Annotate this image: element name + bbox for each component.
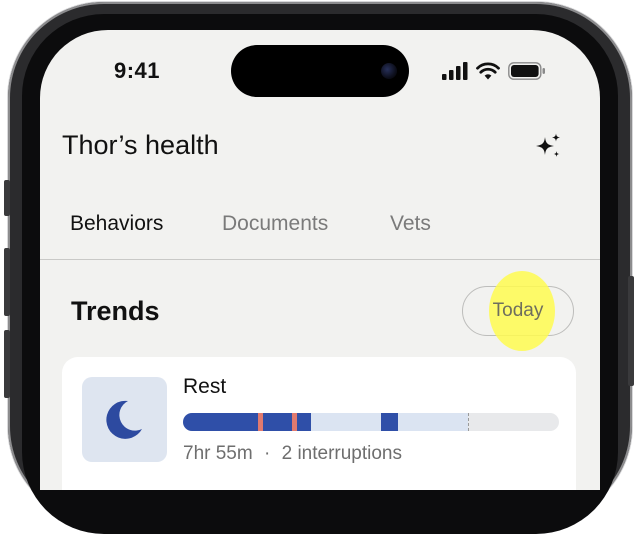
- front-camera: [381, 63, 397, 79]
- phone-volume-up-button: [4, 248, 10, 316]
- range-selector-label: Today: [492, 300, 544, 321]
- deep-rest-segment: [381, 413, 398, 431]
- now-marker: [468, 413, 469, 431]
- cellular-signal-icon: [442, 62, 468, 80]
- trends-heading: Trends: [71, 296, 160, 326]
- phone-volume-down-button: [4, 330, 10, 398]
- tab-divider: [40, 259, 600, 260]
- light-rest-segment: [398, 413, 468, 431]
- rest-timeline-bar: [183, 413, 559, 431]
- phone-power-button: [628, 276, 634, 386]
- status-time: 9:41: [114, 58, 161, 83]
- rest-icon-tile: [82, 377, 167, 462]
- interruption-marker: [292, 413, 297, 431]
- battery-icon: [508, 62, 545, 80]
- rest-duration: 7hr 55m: [183, 443, 253, 464]
- phone-side-button: [4, 180, 10, 216]
- dynamic-island: [231, 45, 409, 97]
- tab-bar: Behaviors Documents Vets: [40, 200, 600, 260]
- sparkles-icon: [536, 133, 560, 157]
- ai-assistant-button[interactable]: [534, 132, 564, 162]
- rest-interruptions: 2 interruptions: [281, 443, 402, 464]
- phone-screen: 9:41 Thor’s health Behaviors Documents V…: [40, 30, 600, 490]
- tab-vets[interactable]: Vets: [390, 212, 431, 236]
- interruption-marker: [258, 413, 263, 431]
- rest-summary-separator: ·: [263, 443, 271, 464]
- tab-behaviors[interactable]: Behaviors: [70, 212, 163, 236]
- rest-title: Rest: [183, 375, 227, 398]
- rest-card[interactable]: Rest 7hr 55m · 2 interruptions: [62, 357, 576, 490]
- page-title: Thor’s health: [62, 130, 219, 160]
- light-rest-segment: [311, 413, 381, 431]
- moon-icon: [106, 400, 142, 439]
- wifi-icon: [476, 62, 500, 80]
- tab-documents[interactable]: Documents: [222, 212, 328, 236]
- rest-summary: 7hr 55m · 2 interruptions: [183, 443, 402, 465]
- status-icons: [442, 61, 546, 81]
